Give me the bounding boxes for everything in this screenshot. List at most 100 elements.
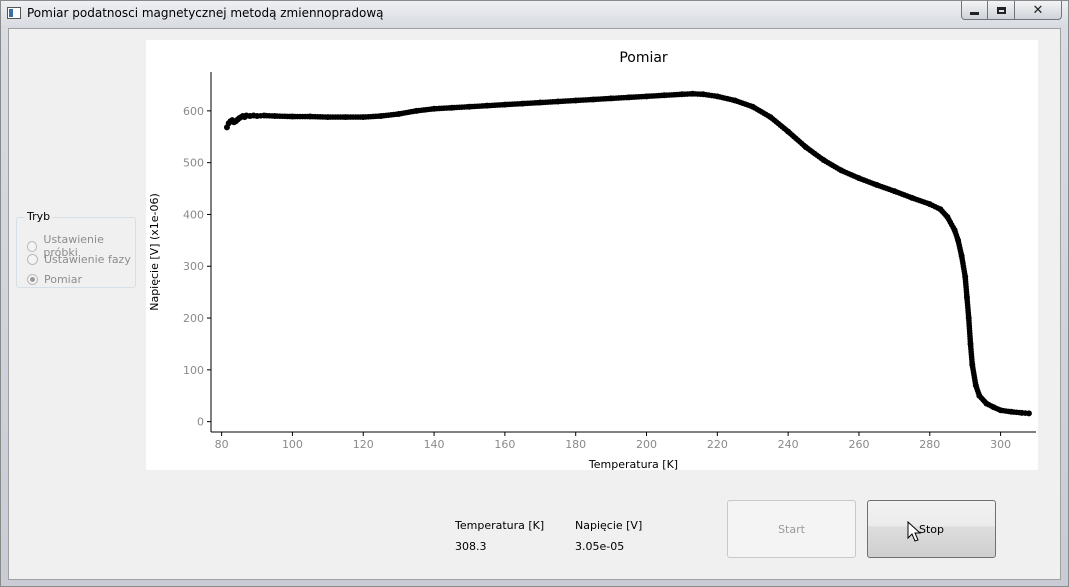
data-point <box>853 174 860 180</box>
data-point <box>969 359 975 365</box>
start-button[interactable]: Start <box>727 500 856 558</box>
data-point <box>499 101 506 108</box>
data-point <box>687 91 693 97</box>
data-point <box>641 93 647 100</box>
radio-indicator <box>27 240 38 252</box>
data-point <box>967 338 974 345</box>
data-point <box>676 91 683 98</box>
x-tick-label: 100 <box>282 438 303 451</box>
x-tick-label: 140 <box>424 438 445 451</box>
data-point <box>658 92 665 99</box>
data-point <box>446 105 453 111</box>
mode-groupbox: Tryb Ustawienie próbki Ustawienie fazy P… <box>16 210 136 288</box>
close-button[interactable]: ✕ <box>1015 1 1062 20</box>
x-tick-label: 280 <box>919 438 940 451</box>
data-point <box>1005 408 1012 415</box>
data-point <box>958 250 964 257</box>
data-point <box>357 114 364 120</box>
minimize-button[interactable] <box>961 1 988 20</box>
y-tick-label: 400 <box>183 208 204 221</box>
data-point <box>428 106 435 112</box>
measurement-chart: Pomiar 0 100 200 300 400 500 600 80 100 120 140 160 1… <box>148 50 1036 470</box>
data-point <box>889 187 895 194</box>
data-point <box>464 104 470 110</box>
data-point <box>995 406 1002 413</box>
data-point <box>623 94 630 101</box>
data-point <box>954 234 961 241</box>
radio-label: Pomiar <box>44 273 83 286</box>
data-point <box>411 108 417 115</box>
app-icon <box>7 7 21 19</box>
mode-group-title: Tryb <box>25 210 53 223</box>
data-point <box>697 91 704 97</box>
radio-phase-setup[interactable]: Ustawienie fazy <box>27 253 131 266</box>
voltage-label: Napięcie [V] <box>575 519 643 532</box>
chart-title: Pomiar <box>619 50 668 66</box>
window-title: Pomiar podatnosci magnetycznej metodą zm… <box>27 6 384 20</box>
data-point <box>534 99 541 106</box>
x-tick-label: 160 <box>494 438 515 451</box>
data-point <box>961 271 968 277</box>
temperature-label: Temperatura [K] <box>455 519 545 532</box>
x-tick-label: 240 <box>778 438 799 451</box>
maximize-icon <box>996 6 1006 14</box>
data-point <box>375 113 382 119</box>
y-tick-label: 100 <box>183 364 204 377</box>
chart-panel: Pomiar 0 100 200 300 400 500 600 80 100 120 140 160 1… <box>146 40 1038 470</box>
y-tick-label: 300 <box>183 260 204 273</box>
data-point <box>871 181 877 187</box>
data-point <box>605 95 612 102</box>
y-axis-label: Napięcie [V] (x1e-06) <box>148 193 161 311</box>
data-point <box>340 114 346 120</box>
x-tick-label: 120 <box>353 438 374 451</box>
data-point <box>965 312 972 319</box>
x-tick-label: 200 <box>636 438 657 451</box>
data-point <box>269 113 275 119</box>
data-point <box>906 194 913 200</box>
x-tick-label: 80 <box>215 438 229 451</box>
data-point <box>950 224 956 231</box>
data-point <box>304 113 311 120</box>
close-icon: ✕ <box>1032 2 1044 18</box>
y-tick-label: 600 <box>183 105 204 118</box>
data-point <box>711 93 718 99</box>
data-point <box>322 114 329 120</box>
data-point <box>942 212 949 218</box>
main-panel: Tryb Ustawienie próbki Ustawienie fazy P… <box>8 28 1061 580</box>
y-tick-label: 0 <box>197 416 204 429</box>
data-point <box>481 103 488 109</box>
data-point <box>287 113 293 120</box>
x-tick-label: 300 <box>990 438 1011 451</box>
x-tick-label: 180 <box>565 438 586 451</box>
data-point <box>257 112 264 119</box>
data-point <box>393 111 399 118</box>
x-axis-label: Temperatura [K] <box>588 458 678 470</box>
y-tick-label: 200 <box>183 312 204 325</box>
radio-label: Ustawienie fazy <box>44 253 131 266</box>
data-point <box>517 100 523 107</box>
data-point <box>1016 409 1022 416</box>
data-point <box>836 166 842 172</box>
mouse-cursor-icon <box>907 521 922 542</box>
x-tick-label: 220 <box>707 438 728 451</box>
radio-indicator <box>27 254 38 265</box>
app-window: Pomiar podatnosci magnetycznej metodą zm… <box>0 0 1069 587</box>
data-point <box>1022 410 1029 416</box>
radio-indicator-checked <box>27 274 38 285</box>
stop-button[interactable]: Stop <box>867 500 996 558</box>
maximize-button[interactable] <box>988 1 1015 20</box>
data-point <box>924 200 931 206</box>
radio-measurement[interactable]: Pomiar <box>27 273 82 286</box>
voltage-value: 3.05e-05 <box>575 540 625 553</box>
data-point <box>729 97 736 103</box>
data-point <box>588 96 594 103</box>
title-bar[interactable]: Pomiar podatnosci magnetycznej metodą zm… <box>1 1 1068 28</box>
data-point <box>972 379 979 386</box>
y-tick-label: 500 <box>183 157 204 170</box>
data-point <box>963 291 970 298</box>
data-point <box>570 97 576 104</box>
x-tick-label: 260 <box>848 438 869 451</box>
temperature-value: 308.3 <box>455 540 487 553</box>
minimize-icon <box>970 11 979 15</box>
data-point <box>552 98 559 105</box>
